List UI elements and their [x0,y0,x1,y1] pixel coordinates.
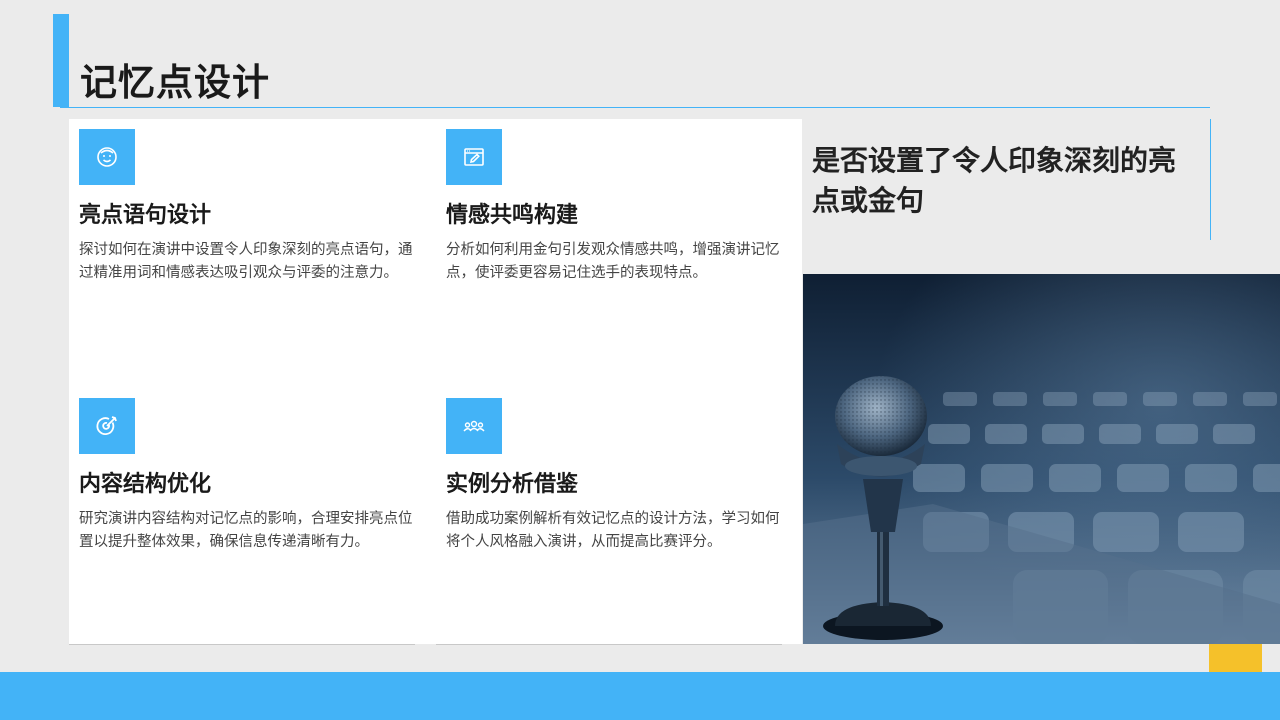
footer-accent-block [1209,644,1262,672]
card-icon-box [79,129,135,185]
target-arrow-icon [96,416,117,436]
card-title: 内容结构优化 [79,472,212,497]
card-highlight-sentence: 亮点语句设计 探讨如何在演讲中设置令人印象深刻的亮点语句，通过精准用词和情感表达… [79,129,419,285]
card-description: 借助成功案例解析有效记忆点的设计方法，学习如何将个人风格融入演讲，从而提高比赛评… [446,511,780,550]
card-icon-box [446,129,502,185]
card-emotional-resonance: 情感共鸣构建 分析如何利用金句引发观众情感共鸣，增强演讲记忆点，使评委更容易记住… [446,129,786,285]
card-title: 实例分析借鉴 [446,472,579,497]
card-description: 探讨如何在演讲中设置令人印象深刻的亮点语句，通过精准用词和情感表达吸引观众与评委… [79,242,413,281]
card-title: 情感共鸣构建 [446,203,579,228]
card-icon-box [446,398,502,454]
edit-window-icon [464,148,484,166]
microphone-auditorium-image [803,274,1280,644]
panel-underline-left [69,644,415,645]
card-description: 分析如何利用金句引发观众情感共鸣，增强演讲记忆点，使评委更容易记住选手的表现特点… [446,242,780,281]
footer-band [0,672,1280,720]
smiley-face-icon [97,147,117,167]
panel-underline-right [436,644,782,645]
title-divider [60,107,1210,108]
card-structure-optimization: 内容结构优化 研究演讲内容结构对记忆点的影响，合理安排亮点位置以提升整体效果，确… [79,398,419,554]
title-accent-bar [53,14,69,107]
card-description: 研究演讲内容结构对记忆点的影响，合理安排亮点位置以提升整体效果，确保信息传递清晰… [79,511,413,550]
card-case-study: 实例分析借鉴 借助成功案例解析有效记忆点的设计方法，学习如何将个人风格融入演讲，… [446,398,786,554]
quote-divider [1210,119,1211,240]
card-icon-box [79,398,135,454]
card-title: 亮点语句设计 [79,203,212,228]
page-title: 记忆点设计 [80,61,270,104]
highlight-quote: 是否设置了令人印象深刻的亮点或金句 [812,144,1177,217]
people-group-icon [463,420,485,432]
